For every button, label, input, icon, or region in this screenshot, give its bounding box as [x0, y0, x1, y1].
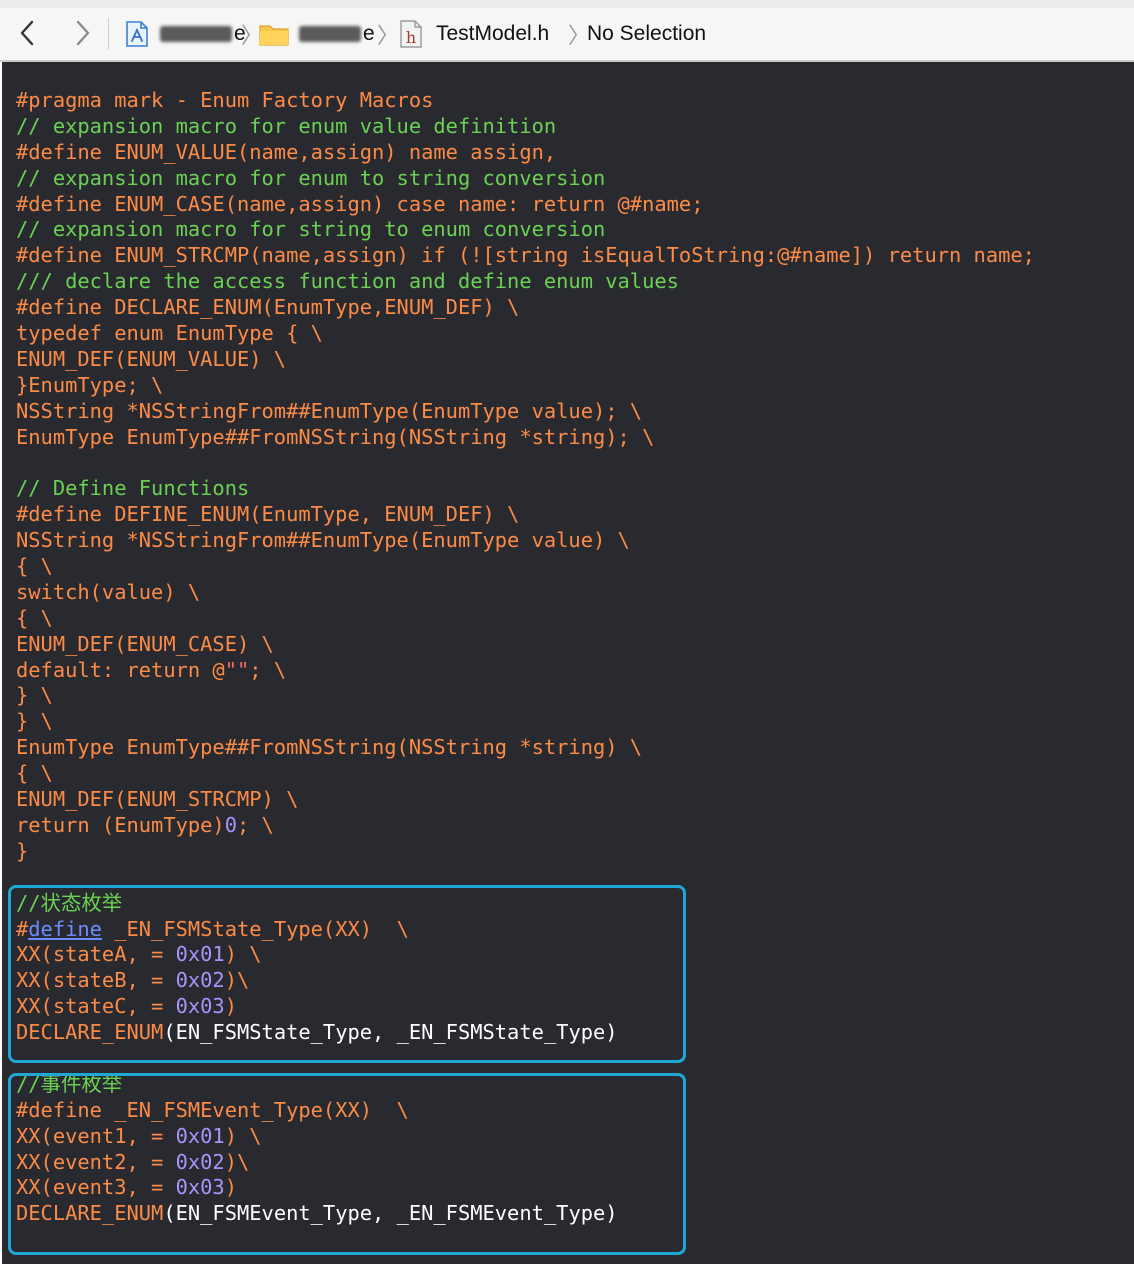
svg-text:h: h: [406, 28, 416, 47]
code-line[interactable]: return (EnumType)0; \: [16, 813, 1035, 839]
breadcrumb-separator-icon: 〉: [377, 24, 400, 49]
code-line[interactable]: #define ENUM_VALUE(name,assign) name ass…: [16, 140, 1035, 166]
code-token: #define DECLARE_ENUM(EnumType,ENUM_DEF) …: [16, 295, 520, 320]
code-token: ; \: [236, 812, 274, 837]
code-line[interactable]: { \: [16, 606, 1035, 632]
breadcrumb-group[interactable]: e: [258, 18, 375, 50]
highlight-box-event-enum: [8, 1073, 686, 1255]
code-line[interactable]: #pragma mark - Enum Factory Macros: [16, 88, 1035, 114]
redacted-group-name: [299, 26, 361, 42]
code-line[interactable]: switch(value) \: [16, 580, 1035, 606]
code-line[interactable]: // expansion macro for enum to string co…: [16, 166, 1035, 192]
code-line[interactable]: } \: [16, 683, 1035, 709]
code-token: // expansion macro for enum value defini…: [16, 113, 557, 138]
code-line[interactable]: EnumType EnumType##FromNSString(NSString…: [16, 425, 1035, 451]
code-token: NSString *NSStringFrom##EnumType(EnumTyp…: [16, 528, 630, 553]
code-line[interactable]: ENUM_DEF(ENUM_CASE) \: [16, 632, 1035, 658]
code-line[interactable]: #define ENUM_STRCMP(name,assign) if (![s…: [16, 243, 1035, 269]
code-line[interactable]: #define ENUM_CASE(name,assign) case name…: [16, 192, 1035, 218]
code-line[interactable]: // expansion macro for enum value defini…: [16, 114, 1035, 140]
code-token: #pragma mark - Enum Factory Macros: [16, 88, 434, 112]
forward-button[interactable]: [70, 18, 96, 48]
code-token: switch(value) \: [16, 579, 201, 604]
code-line[interactable]: ENUM_DEF(ENUM_VALUE) \: [16, 347, 1035, 373]
code-token: #define DEFINE_ENUM(EnumType, ENUM_DEF) …: [16, 502, 520, 527]
code-token: { \: [16, 761, 53, 786]
code-token: #define ENUM_STRCMP(name,assign) if (![s…: [16, 243, 1035, 268]
code-token: ENUM_DEF(ENUM_CASE) \: [16, 631, 274, 656]
chevron-left-icon: [20, 20, 34, 46]
code-line[interactable]: default: return @""; \: [16, 658, 1035, 684]
back-button[interactable]: [14, 18, 40, 48]
code-token: { \: [16, 605, 53, 630]
code-token: 0: [224, 812, 237, 837]
header-file-icon: h: [400, 20, 422, 48]
code-token: EnumType EnumType##FromNSString(NSString…: [16, 735, 643, 760]
nav-divider: [108, 18, 109, 50]
code-line[interactable]: EnumType EnumType##FromNSString(NSString…: [16, 735, 1035, 761]
code-line[interactable]: typedef enum EnumType { \: [16, 321, 1035, 347]
code-token: ; \: [249, 657, 287, 682]
code-token: // expansion macro for enum to string co…: [16, 165, 606, 190]
code-line[interactable]: // expansion macro for string to enum co…: [16, 217, 1035, 243]
code-token: #define ENUM_VALUE(name,assign) name ass…: [16, 139, 557, 164]
breadcrumb-selection-label: No Selection: [587, 22, 707, 45]
highlight-box-state-enum: [8, 885, 686, 1063]
code-token: ENUM_DEF(ENUM_VALUE) \: [16, 346, 287, 371]
code-token: }EnumType; \: [16, 372, 164, 397]
code-token: EnumType EnumType##FromNSString(NSString…: [16, 424, 655, 449]
jump-bar: e 〉 e 〉 h TestModel.h 〉 No Selection: [0, 0, 1134, 62]
chevron-right-icon: [76, 20, 90, 46]
code-line[interactable]: NSString *NSStringFrom##EnumType(EnumTyp…: [16, 528, 1035, 554]
code-token: default: return @: [16, 657, 225, 682]
breadcrumb-file-label: TestModel.h: [436, 22, 550, 45]
code-line[interactable]: }EnumType; \: [16, 373, 1035, 399]
code-token: return (EnumType): [16, 812, 225, 837]
folder-icon: [259, 25, 289, 46]
code-line[interactable]: ENUM_DEF(ENUM_STRCMP) \: [16, 787, 1035, 813]
breadcrumb-selection[interactable]: No Selection: [587, 18, 706, 50]
redacted-project-name: [160, 26, 232, 42]
code-line[interactable]: } \: [16, 709, 1035, 735]
code-token: // expansion macro for string to enum co…: [16, 217, 606, 242]
code-token: typedef enum EnumType { \: [16, 321, 323, 346]
breadcrumb-group-label: e: [363, 22, 375, 45]
code-line[interactable]: NSString *NSStringFrom##EnumType(EnumTyp…: [16, 399, 1035, 425]
code-token: /// declare the access function and defi…: [16, 269, 679, 294]
code-token: // Define Functions: [16, 476, 250, 501]
code-token: "": [224, 657, 250, 682]
code-token: } \: [16, 709, 53, 734]
breadcrumb-file[interactable]: h TestModel.h: [398, 18, 549, 50]
code-token: ENUM_DEF(ENUM_STRCMP) \: [16, 787, 299, 812]
window-top-strip: [0, 0, 1134, 8]
code-token: }: [16, 838, 29, 863]
code-line[interactable]: }: [16, 839, 1035, 865]
code-line[interactable]: { \: [16, 554, 1035, 580]
code-line[interactable]: [16, 450, 1035, 476]
code-line[interactable]: // Define Functions: [16, 476, 1035, 502]
code-token: NSString *NSStringFrom##EnumType(EnumTyp…: [16, 398, 643, 423]
code-token: } \: [16, 683, 53, 708]
source-editor[interactable]: #pragma mark - Enum Factory Macros// exp…: [2, 62, 1134, 1264]
breadcrumb-project[interactable]: e: [124, 18, 246, 50]
code-token: #define ENUM_CASE(name,assign) case name…: [16, 191, 704, 216]
code-token: { \: [16, 554, 53, 579]
code-line[interactable]: #define DEFINE_ENUM(EnumType, ENUM_DEF) …: [16, 502, 1035, 528]
code-line[interactable]: /// declare the access function and defi…: [16, 269, 1035, 295]
code-line[interactable]: #define DECLARE_ENUM(EnumType,ENUM_DEF) …: [16, 295, 1035, 321]
app-project-icon: [126, 21, 148, 47]
code-line[interactable]: { \: [16, 761, 1035, 787]
